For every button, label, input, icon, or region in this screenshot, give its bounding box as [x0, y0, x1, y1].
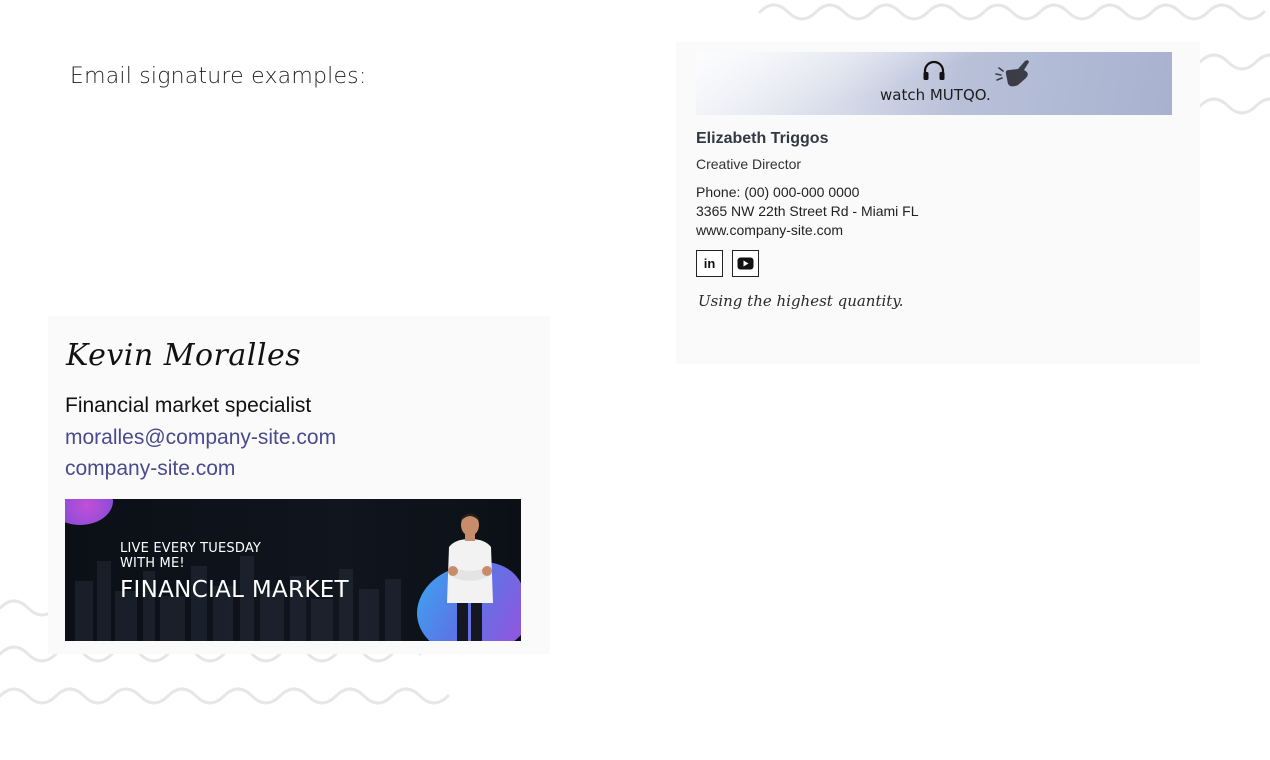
- pointing-hand-icon: [995, 60, 1029, 87]
- presenter-photo: [447, 513, 493, 641]
- purple-blob-decoration: [65, 499, 113, 525]
- signature-card-kevin: Kevin Moralles Financial market speciali…: [48, 316, 550, 654]
- linkedin-icon: in: [703, 256, 716, 271]
- linkedin-button[interactable]: in: [696, 250, 723, 277]
- youtube-button[interactable]: [732, 250, 759, 277]
- signature-name: Elizabeth Triggos: [696, 130, 829, 147]
- signature-address: 3365 NW 22th Street Rd - Miami FL: [696, 203, 919, 219]
- signature-phone: Phone: (00) 000-000 0000: [696, 184, 860, 200]
- promo-line-1: LIVE EVERY TUESDAY: [120, 541, 262, 556]
- signature-role: Financial market specialist: [65, 394, 312, 417]
- signature-email-link[interactable]: moralles@company-site.com: [65, 426, 336, 450]
- youtube-icon: [737, 257, 754, 270]
- signature-tagline: Using the highest quantity.: [698, 292, 904, 310]
- promo-banner[interactable]: LIVE EVERY TUESDAY WITH ME! FINANCIAL MA…: [65, 499, 521, 641]
- promo-title: FINANCIAL MARKET: [120, 577, 349, 603]
- signature-card-elizabeth: watch MUTQO. Elizabeth Triggos Creative …: [676, 42, 1200, 364]
- signature-role: Creative Director: [696, 156, 802, 172]
- promo-line-2: WITH ME!: [120, 556, 185, 571]
- signature-website-link[interactable]: company-site.com: [65, 457, 235, 481]
- signature-script-name: Kevin Moralles: [66, 338, 302, 373]
- signature-website-link[interactable]: www.company-site.com: [696, 222, 843, 238]
- headphones-icon: [923, 60, 945, 80]
- page-title: Email signature examples:: [70, 64, 367, 89]
- banner-text: watch MUTQO.: [880, 86, 991, 104]
- watch-banner[interactable]: watch MUTQO.: [696, 52, 1172, 115]
